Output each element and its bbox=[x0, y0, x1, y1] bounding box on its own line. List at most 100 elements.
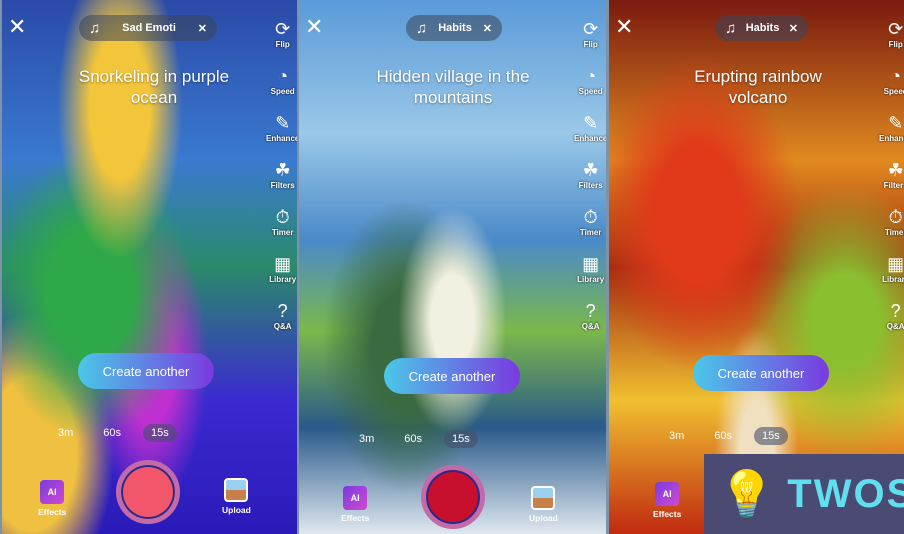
remove-music-icon[interactable]: ✕ bbox=[483, 22, 492, 35]
side-control-label: Q&A bbox=[273, 322, 292, 331]
side-control-label: Enhance bbox=[879, 134, 904, 143]
music-title: Habits bbox=[745, 22, 780, 34]
side-icon-5: ▦ bbox=[582, 254, 600, 274]
side-control-6[interactable]: ? Q&A bbox=[887, 300, 904, 347]
music-selector[interactable]: ♫ Habits ✕ bbox=[406, 15, 502, 41]
effects-button[interactable]: AI Effects bbox=[38, 480, 66, 517]
side-control-1[interactable]: ◔Speed bbox=[884, 65, 904, 112]
side-control-0[interactable]: ⟳ Flip bbox=[583, 18, 598, 65]
duration-option[interactable]: 3m bbox=[661, 427, 692, 445]
side-control-label: Flip bbox=[583, 40, 598, 49]
side-control-label: Speed bbox=[883, 87, 904, 96]
side-control-2[interactable]: ✎Enhance bbox=[574, 112, 606, 159]
prompt-title: Snorkeling in purple ocean bbox=[78, 67, 230, 107]
side-control-label: Filters bbox=[270, 181, 295, 190]
image-upload-icon bbox=[224, 478, 249, 502]
side-control-5[interactable]: ▦Library bbox=[882, 253, 904, 300]
music-selector[interactable]: ♫ Habits ✕ bbox=[715, 15, 808, 41]
music-selector[interactable]: ♫ Sad Emoti ✕ bbox=[79, 15, 217, 41]
music-note-icon: ♫ bbox=[89, 19, 101, 37]
duration-option[interactable]: 15s bbox=[143, 424, 177, 442]
duration-option[interactable]: 60s bbox=[95, 424, 129, 442]
side-control-5[interactable]: ▦Library bbox=[577, 253, 604, 300]
duration-option[interactable]: 3m bbox=[50, 424, 81, 442]
side-icon-0: ⟳ bbox=[583, 19, 599, 39]
side-control-label: Enhance bbox=[266, 134, 297, 143]
side-control-4[interactable]: ⏱Timer bbox=[885, 206, 904, 253]
side-icon-3: ☘ bbox=[887, 160, 904, 180]
side-control-3[interactable]: ☘Filters bbox=[884, 159, 904, 206]
effects-button[interactable]: AI Effects bbox=[653, 482, 681, 519]
close-icon[interactable]: ✕ bbox=[305, 14, 323, 40]
side-control-6[interactable]: ? Q&A bbox=[582, 300, 600, 347]
prompt-title: Erupting rainbow volcano bbox=[694, 67, 822, 107]
side-control-2[interactable]: ✎Enhance bbox=[879, 112, 904, 159]
remove-music-icon[interactable]: ✕ bbox=[198, 22, 207, 35]
side-control-5[interactable]: ▦Library bbox=[269, 253, 296, 300]
side-icon-1: ◔ bbox=[277, 66, 289, 86]
create-another-button[interactable]: Create another bbox=[78, 353, 214, 389]
side-toolbar: ⟳Flip◔Speed✎Enhance☘Filters⏱Timer▦Librar… bbox=[574, 18, 606, 347]
side-control-2[interactable]: ✎Enhance bbox=[266, 112, 297, 159]
side-control-4[interactable]: ⏱Timer bbox=[580, 206, 602, 253]
side-control-3[interactable]: ☘Filters bbox=[579, 159, 603, 206]
duration-option[interactable]: 60s bbox=[396, 430, 430, 448]
side-icon-1: ◔ bbox=[890, 66, 902, 86]
side-icon-0: ⟳ bbox=[888, 19, 904, 39]
side-icon-0: ⟳ bbox=[275, 19, 291, 39]
music-title: Habits bbox=[438, 22, 472, 34]
side-icon-6: ? bbox=[890, 301, 901, 321]
duration-option[interactable]: 15s bbox=[444, 430, 478, 448]
side-control-4[interactable]: ⏱Timer bbox=[272, 206, 294, 253]
side-icon-5: ▦ bbox=[887, 254, 904, 274]
music-note-icon: ♫ bbox=[725, 19, 737, 37]
upload-label: Upload bbox=[529, 513, 558, 523]
duration-option[interactable]: 3m bbox=[351, 430, 382, 448]
side-icon-6: ? bbox=[277, 301, 288, 321]
duration-option[interactable]: 60s bbox=[706, 427, 740, 445]
side-control-label: Library bbox=[882, 275, 904, 284]
effects-label: Effects bbox=[38, 507, 67, 517]
side-control-label: Enhance bbox=[574, 134, 606, 143]
side-control-label: Timer bbox=[579, 228, 602, 237]
close-icon[interactable]: ✕ bbox=[615, 14, 633, 40]
logo-text: TWOS bbox=[787, 471, 904, 516]
ai-effects-icon: AI bbox=[343, 486, 368, 510]
side-control-3[interactable]: ☘Filters bbox=[271, 159, 295, 206]
camera-screen-2: ✕ ♫ Habits ✕ Hidden village in the mountai… bbox=[299, 0, 606, 534]
camera-screen-1: ✕ ♫ Sad Emoti ✕ Snorkeling in purple ocean… bbox=[2, 0, 297, 534]
upload-button[interactable]: Upload bbox=[529, 486, 558, 523]
twos-logo: 💡 TWOS bbox=[704, 454, 904, 534]
side-control-1[interactable]: ◔Speed bbox=[271, 65, 295, 112]
side-control-label: Timer bbox=[884, 228, 904, 237]
duration-selector: 3m 60s 15s bbox=[351, 430, 478, 448]
effects-label: Effects bbox=[653, 509, 682, 519]
effects-label: Effects bbox=[341, 513, 370, 523]
effects-button[interactable]: AI Effects bbox=[341, 486, 369, 523]
upload-label: Upload bbox=[222, 505, 251, 515]
side-icon-4: ⏱ bbox=[583, 207, 598, 227]
music-note-icon: ♫ bbox=[416, 19, 428, 37]
side-icon-2: ✎ bbox=[583, 113, 599, 133]
side-toolbar: ⟳Flip◔Speed✎Enhance☘Filters⏱Timer▦Librar… bbox=[266, 18, 297, 347]
create-another-button[interactable]: Create another bbox=[384, 358, 520, 394]
close-icon[interactable]: ✕ bbox=[8, 14, 26, 40]
side-control-6[interactable]: ? Q&A bbox=[274, 300, 292, 347]
duration-option[interactable]: 15s bbox=[754, 427, 788, 445]
create-another-button[interactable]: Create another bbox=[693, 355, 829, 391]
side-control-label: Speed bbox=[270, 87, 295, 96]
duration-selector: 3m 60s 15s bbox=[50, 424, 177, 442]
remove-music-icon[interactable]: ✕ bbox=[789, 22, 798, 35]
upload-button[interactable]: Upload bbox=[222, 478, 251, 515]
record-button[interactable] bbox=[116, 460, 180, 524]
side-control-label: Speed bbox=[578, 87, 603, 96]
record-button[interactable] bbox=[421, 465, 485, 529]
side-control-label: Filters bbox=[578, 181, 603, 190]
side-control-label: Library bbox=[577, 275, 605, 284]
side-control-0[interactable]: ⟳ Flip bbox=[888, 18, 903, 65]
image-upload-icon bbox=[531, 486, 556, 510]
side-icon-3: ☘ bbox=[582, 160, 599, 180]
side-control-0[interactable]: ⟳ Flip bbox=[275, 18, 290, 65]
side-control-1[interactable]: ◔Speed bbox=[579, 65, 603, 112]
ai-effects-icon: AI bbox=[40, 480, 65, 504]
